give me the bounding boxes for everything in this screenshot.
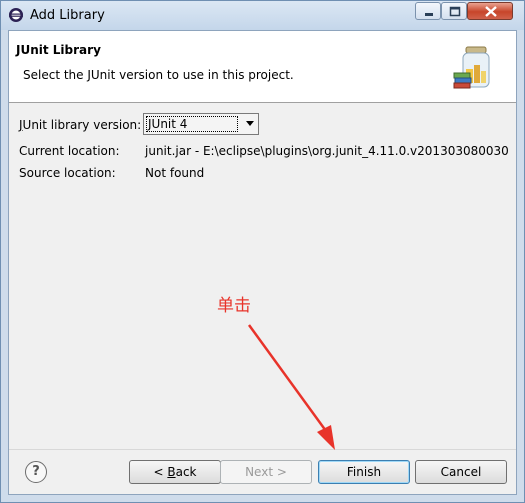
red-arrow-annotation (247, 324, 335, 450)
add-library-dialog: Add Library JUnit Library Select the JUn… (0, 0, 525, 503)
